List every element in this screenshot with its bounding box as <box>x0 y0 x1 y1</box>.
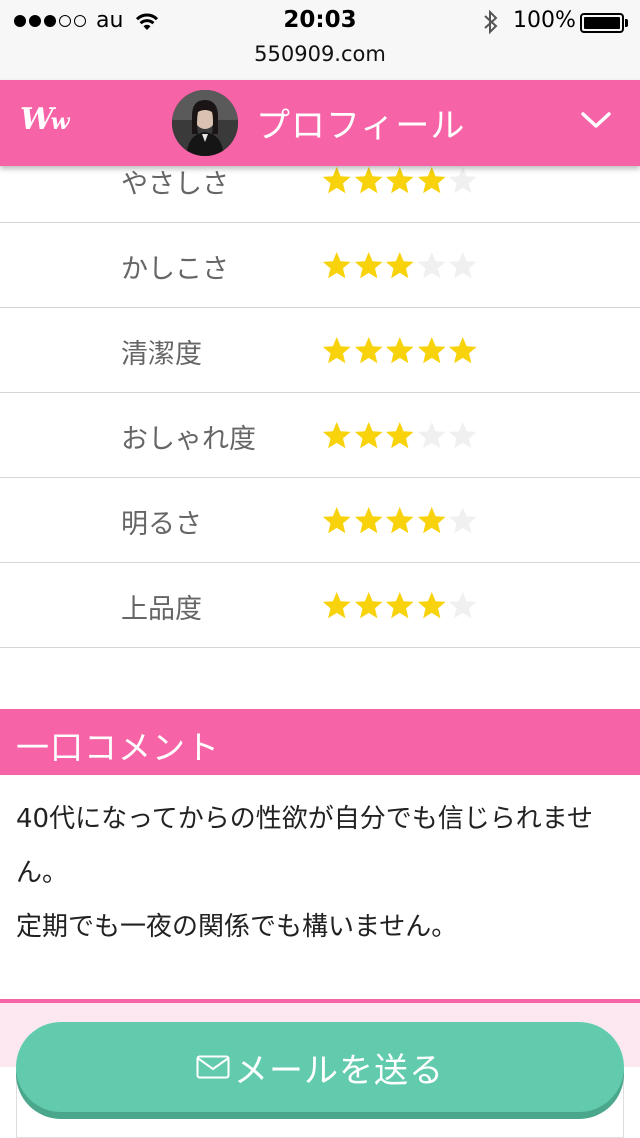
star-filled-icon <box>385 592 414 619</box>
send-mail-button[interactable]: メールを送る <box>16 1022 624 1112</box>
star-filled-icon <box>354 167 383 194</box>
rating-stars <box>321 591 479 619</box>
star-filled-icon <box>448 337 477 364</box>
star-filled-icon <box>385 337 414 364</box>
star-filled-icon <box>322 167 351 194</box>
star-filled-icon <box>385 507 414 534</box>
star-filled-icon <box>322 252 351 279</box>
star-filled-icon <box>354 422 383 449</box>
star-filled-icon <box>354 507 383 534</box>
battery-icon <box>580 13 624 33</box>
star-filled-icon <box>417 337 446 364</box>
star-filled-icon <box>417 507 446 534</box>
rating-row: 明るさ <box>0 478 640 563</box>
comment-section-header: 一口コメント <box>0 709 640 775</box>
rating-stars <box>321 251 479 279</box>
star-filled-icon <box>354 252 383 279</box>
rating-stars <box>321 336 479 364</box>
star-empty-icon <box>448 592 477 619</box>
site-logo[interactable]: Ww <box>20 102 70 137</box>
star-empty-icon <box>417 422 446 449</box>
rating-label: 上品度 <box>121 594 202 625</box>
rating-label: かしこさ <box>121 254 229 285</box>
rating-row: 上品度 <box>0 563 640 648</box>
address-bar-url[interactable]: 550909.com <box>0 42 640 66</box>
star-empty-icon <box>448 422 477 449</box>
star-filled-icon <box>417 167 446 194</box>
star-filled-icon <box>354 337 383 364</box>
send-mail-label: メールを送る <box>234 1050 444 1091</box>
star-filled-icon <box>322 422 351 449</box>
chevron-down-icon[interactable] <box>580 110 612 132</box>
status-bar: au 20:03 100% 550909.com <box>0 0 640 81</box>
star-filled-icon <box>354 592 383 619</box>
star-filled-icon <box>322 507 351 534</box>
star-filled-icon <box>322 592 351 619</box>
rating-stars <box>321 506 479 534</box>
rating-row: おしゃれ度 <box>0 393 640 478</box>
star-filled-icon <box>385 422 414 449</box>
rating-label: 清潔度 <box>121 339 202 370</box>
star-empty-icon <box>448 252 477 279</box>
rating-row: 清潔度 <box>0 308 640 393</box>
comment-line: 定期でも一夜の関係でも構いません。 <box>16 912 458 942</box>
battery-percentage: 100% <box>513 8 576 33</box>
star-filled-icon <box>417 592 446 619</box>
page-title: プロフィール <box>256 106 466 146</box>
comment-title: 一口コメント <box>16 728 220 767</box>
star-filled-icon <box>385 167 414 194</box>
mail-icon <box>196 1055 230 1079</box>
star-empty-icon <box>448 507 477 534</box>
rating-label: おしゃれ度 <box>121 424 256 455</box>
ratings-table: やさしさかしこさ清潔度おしゃれ度明るさ上品度 <box>0 138 640 648</box>
star-empty-icon <box>448 167 477 194</box>
rating-stars <box>321 421 479 449</box>
rating-label: 明るさ <box>121 509 202 540</box>
profile-header: Ww プロフィール <box>0 80 640 166</box>
comment-body: 40代になってからの性欲が自分でも信じられません。 定期でも一夜の関係でも構いま… <box>16 792 628 954</box>
avatar[interactable] <box>172 90 238 156</box>
battery-tip <box>625 19 628 27</box>
rating-label: やさしさ <box>121 169 229 200</box>
star-empty-icon <box>417 252 446 279</box>
comment-line: 40代になってからの性欲が自分でも信じられません。 <box>16 804 594 888</box>
rating-stars <box>321 166 479 194</box>
bluetooth-icon <box>484 9 498 35</box>
rating-row: かしこさ <box>0 223 640 308</box>
star-filled-icon <box>385 252 414 279</box>
star-filled-icon <box>322 337 351 364</box>
